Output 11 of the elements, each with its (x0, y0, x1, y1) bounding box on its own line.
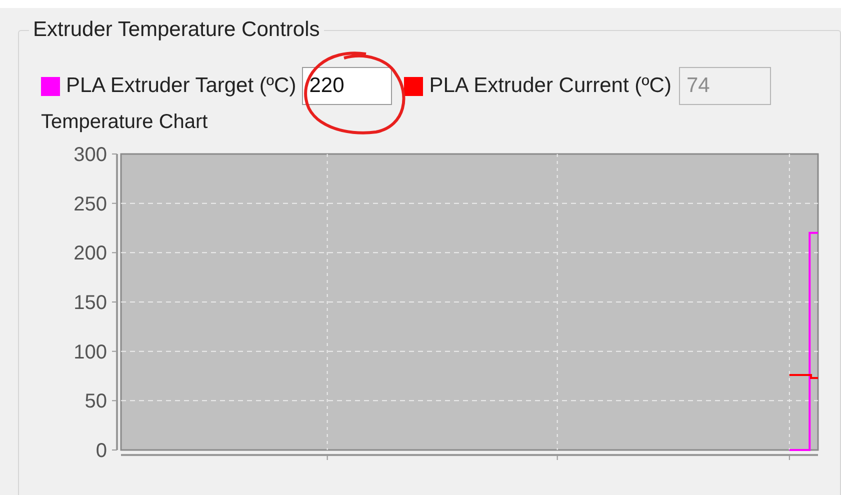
field-label: PLA Extruder Current (ºC) (429, 73, 672, 100)
y-tick-label: 0 (96, 440, 107, 462)
y-tick-label: 200 (74, 242, 107, 265)
y-tick-label: 50 (84, 390, 107, 413)
y-tick-label: 250 (74, 193, 107, 216)
y-tick-label: 300 (74, 144, 107, 166)
chart-title: Temperature Chart (41, 110, 208, 135)
target-field[interactable]: 220 (302, 67, 392, 105)
y-tick-label: 150 (74, 292, 107, 314)
y-tick-label: 100 (74, 341, 107, 364)
field-label: PLA Extruder Target (ºC) (66, 73, 296, 100)
